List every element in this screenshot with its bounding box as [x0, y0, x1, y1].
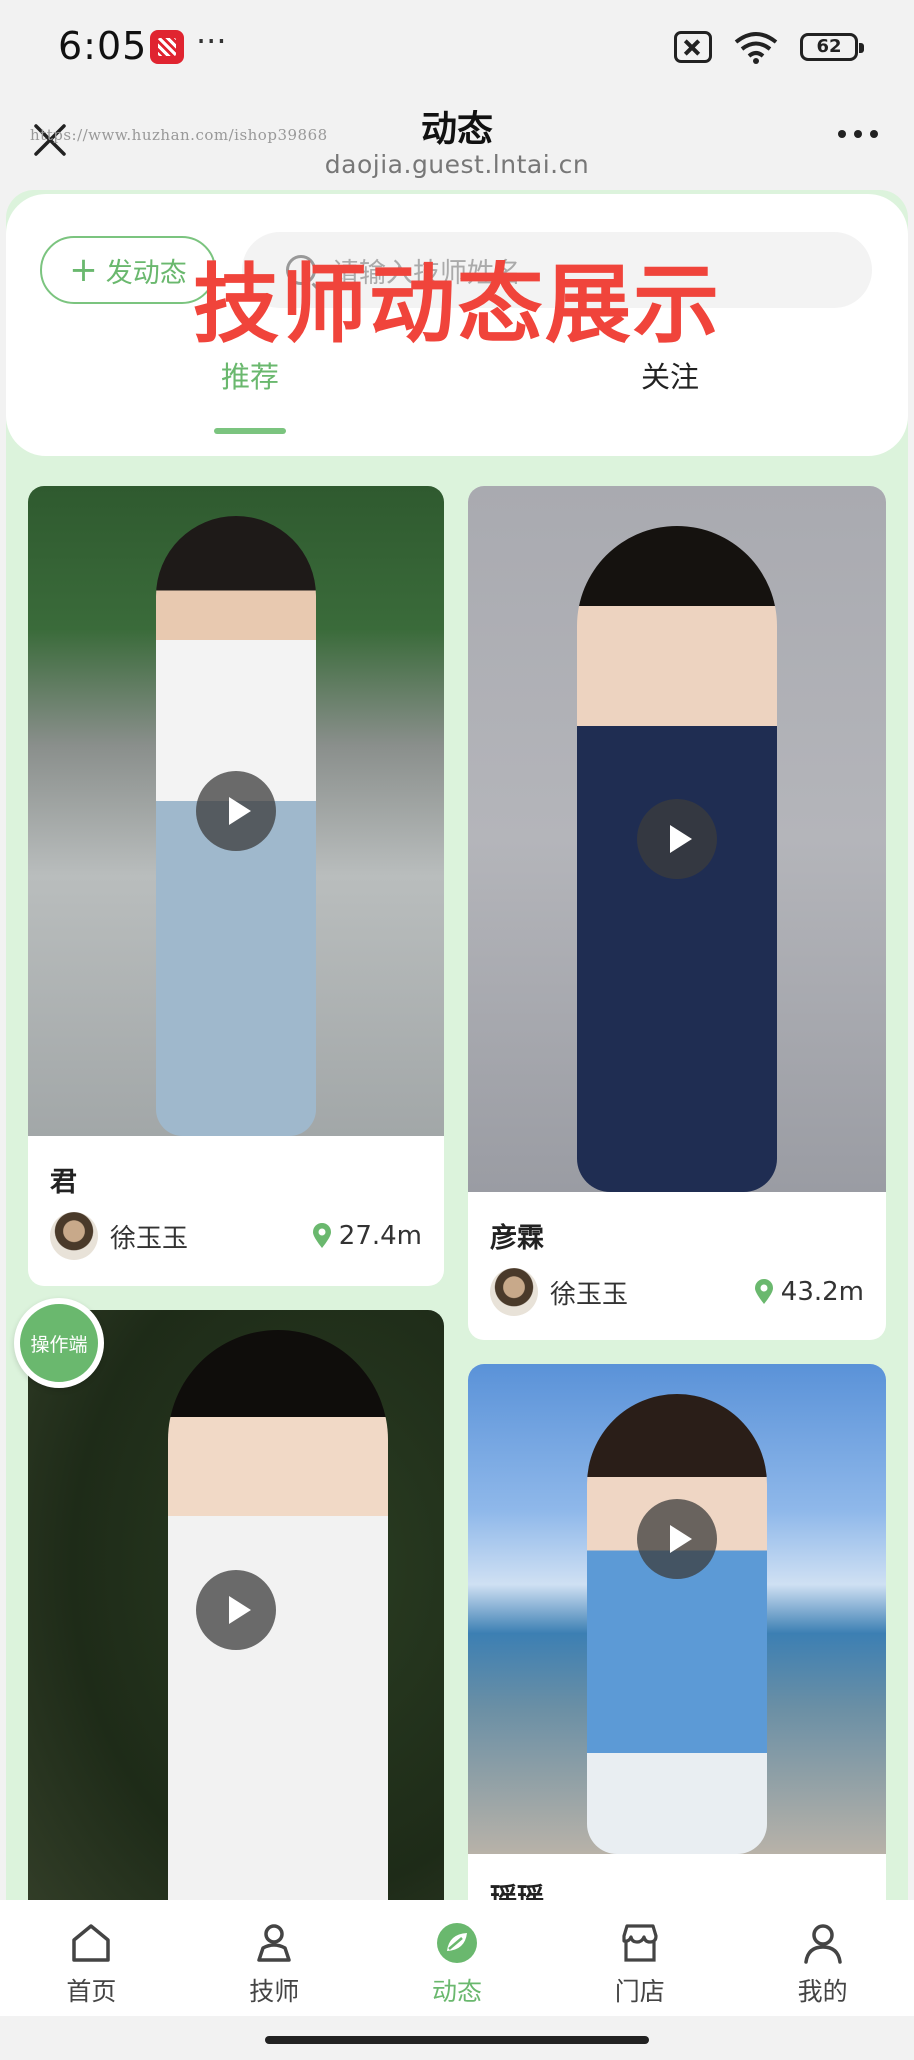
- feed-tabs: 推荐 关注: [6, 354, 908, 434]
- location-pin-icon: [312, 1223, 331, 1248]
- nav-item-store[interactable]: 门店: [548, 1900, 731, 2016]
- page-title: 动态: [420, 109, 493, 150]
- tab-follow[interactable]: 关注: [570, 354, 770, 396]
- avatar[interactable]: [490, 1268, 538, 1316]
- post-title: 彦霖: [490, 1223, 544, 1254]
- post-card[interactable]: 彦霖 徐玉玉 43.2m: [468, 486, 886, 1340]
- nav-item-feed[interactable]: 动态: [366, 1900, 549, 2016]
- post-thumbnail[interactable]: [28, 1310, 444, 1900]
- post-meta: 徐玉玉 43.2m: [490, 1268, 864, 1316]
- post-card[interactable]: [28, 1310, 444, 1900]
- nav-item-technician[interactable]: 技师: [183, 1900, 366, 2016]
- bottom-nav: 首页 技师 动态 门店 我的: [0, 1900, 914, 2016]
- distance-value: 43.2m: [780, 1277, 864, 1307]
- distance-value: 27.4m: [338, 1221, 422, 1251]
- wifi-icon: [734, 32, 778, 64]
- play-icon[interactable]: [637, 1499, 717, 1579]
- feed-header-card: + 发动态 请输入技师姓名 推荐 关注 技师动态展示: [6, 194, 908, 456]
- play-icon[interactable]: [637, 799, 717, 879]
- status-bar: 6:05 ··· 62: [0, 0, 914, 96]
- distance: 43.2m: [753, 1277, 864, 1307]
- active-tab-indicator: [214, 428, 286, 434]
- profile-icon: [803, 1924, 842, 1964]
- store-icon: [622, 1924, 658, 1962]
- post-card[interactable]: 君 徐玉玉 27.4m: [28, 486, 444, 1286]
- post-meta: 徐玉玉 27.4m: [50, 1212, 422, 1260]
- nav-label: 首页: [66, 1977, 117, 2006]
- nav-label: 门店: [614, 1977, 665, 2006]
- operator-mode-button[interactable]: 操作端: [14, 1298, 104, 1388]
- feed-page: + 发动态 请输入技师姓名 推荐 关注 技师动态展示 君 徐玉玉 27.4m 彦…: [6, 190, 908, 1900]
- post-update-button[interactable]: + 发动态: [40, 236, 216, 304]
- no-sim-icon: [674, 31, 712, 63]
- status-indicators: 62: [674, 30, 864, 64]
- nav-label: 我的: [797, 1977, 848, 2006]
- battery-icon: 62: [800, 33, 864, 61]
- location-pin-icon: [754, 1279, 773, 1304]
- home-indicator[interactable]: [265, 2036, 649, 2044]
- post-button-label: 发动态: [105, 257, 187, 289]
- post-thumbnail[interactable]: [468, 1364, 886, 1854]
- search-input[interactable]: 请输入技师姓名: [242, 232, 872, 308]
- home-icon: [72, 1924, 111, 1962]
- nav-label: 动态: [431, 1977, 482, 2006]
- plus-icon: +: [69, 250, 98, 290]
- avatar[interactable]: [50, 1212, 98, 1260]
- app-notification-icon: [150, 30, 184, 64]
- status-time: 6:05: [58, 24, 148, 68]
- distance: 27.4m: [311, 1221, 422, 1251]
- post-title: 君: [50, 1167, 77, 1198]
- post-title: 瑶瑶: [490, 1883, 544, 1900]
- feed-leaf-icon: [436, 1923, 477, 1963]
- play-icon[interactable]: [196, 771, 276, 851]
- tab-recommend[interactable]: 推荐: [150, 354, 350, 396]
- more-notifications-icon: ···: [196, 22, 227, 60]
- post-card[interactable]: 瑶瑶: [468, 1364, 886, 1900]
- post-thumbnail[interactable]: [28, 486, 444, 1136]
- nav-item-home[interactable]: 首页: [0, 1900, 183, 2016]
- post-thumbnail[interactable]: [468, 486, 886, 1192]
- technician-icon: [257, 1924, 291, 1962]
- search-icon: [286, 255, 316, 285]
- more-options-icon[interactable]: [838, 130, 878, 138]
- nav-header: https://www.huzhan.com/ishop39868 动态 dao…: [0, 96, 914, 200]
- search-placeholder: 请输入技师姓名: [332, 257, 521, 289]
- play-icon[interactable]: [196, 1570, 276, 1650]
- author-name: 徐玉玉: [550, 1279, 629, 1310]
- nav-label: 技师: [249, 1977, 300, 2006]
- author-name: 徐玉玉: [110, 1223, 189, 1254]
- page-domain: daojia.guest.lntai.cn: [324, 150, 590, 179]
- gesture-area: [0, 2016, 914, 2060]
- nav-item-profile[interactable]: 我的: [731, 1900, 914, 2016]
